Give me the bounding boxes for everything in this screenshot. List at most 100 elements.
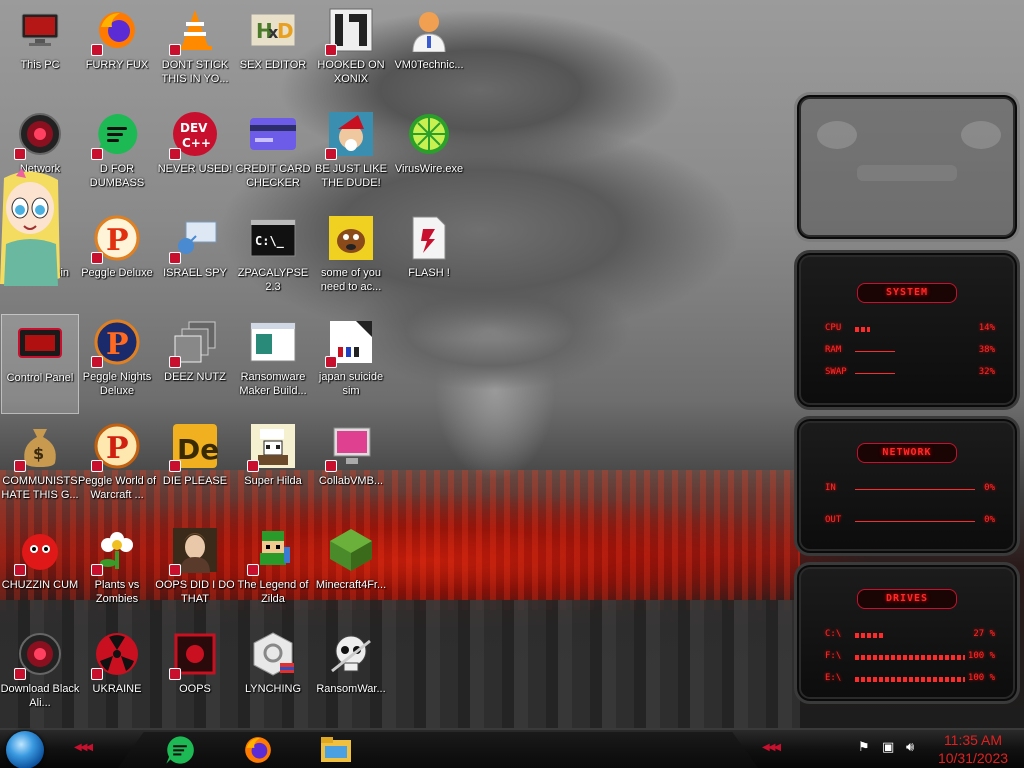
icon-label: Plants vs Zombies [94, 579, 140, 605]
svg-text:C++: C++ [182, 136, 211, 150]
desktop-icon-vm0technician[interactable]: VM0Technic... [390, 2, 468, 102]
desktop-icon-ransomware-maker[interactable]: Ransomware Maker Build... [234, 314, 312, 414]
system-row-swap: SWAP 32% [815, 367, 1003, 381]
system-row-value: 38% [978, 345, 995, 355]
pixel-hero-icon [247, 526, 297, 576]
monitor-icon [325, 422, 375, 472]
drive-label: C:\ [825, 629, 842, 639]
vlc-cone-icon [169, 6, 219, 56]
desktop-icon-peggle-deluxe[interactable]: P Peggle Deluxe [78, 210, 156, 310]
desktop-icon-die-please[interactable]: De DIE PLEASE [156, 418, 234, 518]
desktop-icon-israel-spy[interactable]: ISRAEL SPY [156, 210, 234, 310]
terminal-icon: C:\_ [249, 214, 297, 262]
xonix-game-icon [325, 6, 375, 56]
desktop-icon-deez-nutz[interactable]: DEEZ NUTZ [156, 314, 234, 414]
desktop-icon-japan-suicide-sim[interactable]: japan suicide sim [312, 314, 390, 414]
green-chat-icon [91, 110, 141, 160]
control-panel-icon [16, 319, 64, 367]
flag-icon[interactable]: ⚑ [858, 740, 870, 755]
desktop-icon-chuzzin-cum[interactable]: CHUZZIN CUM [1, 522, 79, 622]
desktop-icon-be-just-like-the-dude[interactable]: BE JUST LIKE THE DUDE! [312, 106, 390, 206]
desktop-icon-viruswire[interactable]: VirusWire.exe [390, 106, 468, 206]
system-row-label: SWAP [825, 367, 847, 377]
desktop-icon-oops-did-i-do-that[interactable]: OOPS DID I DO THAT [155, 522, 235, 622]
icon-label: Super Hilda [244, 475, 302, 487]
desktop-icon-sex-editor[interactable]: HxD SEX EDITOR [234, 2, 312, 102]
spy-network-icon [169, 214, 219, 264]
desktop-icon-lynching[interactable]: LYNCHING [234, 626, 312, 726]
pixel-character-icon [247, 422, 297, 472]
network-orb-icon [14, 110, 64, 160]
icon-label: BE JUST LIKE THE DUDE! [315, 163, 387, 189]
desktop-icon-ukraine[interactable]: UKRAINE [78, 626, 156, 726]
icon-label: UKRAINE [92, 683, 142, 695]
icon-label: Peggle Deluxe [81, 267, 153, 279]
icon-label: japan suicide sim [318, 371, 384, 397]
desktop-icon-some-of-you[interactable]: some of you need to ac... [312, 210, 390, 310]
desktop-icon-ransomware[interactable]: RansomWar... [312, 626, 390, 726]
taskbar-app-firefox[interactable] [240, 734, 276, 766]
icon-label: COMMUNISTS HATE THIS G... [1, 475, 79, 501]
desktop-icon-communists[interactable]: $ COMMUNISTS HATE THIS G... [1, 418, 79, 518]
desktop-icon-minecraft[interactable]: Minecraft4Fr... [312, 522, 390, 622]
network-in-graph [855, 489, 975, 490]
desktop-icon-flash[interactable]: FLASH ! [390, 210, 468, 310]
desktop-icon-collabvm[interactable]: CollabVMB... [312, 418, 390, 518]
desktop-icon-dont-stick[interactable]: DONT STICK THIS IN YO... [156, 2, 234, 102]
radiation-icon [91, 630, 141, 680]
firefox-icon [245, 737, 271, 763]
sim-document-icon [325, 318, 375, 368]
drive-value: 27 % [973, 629, 995, 639]
volume-icon[interactable]: 🔊︎ [906, 740, 914, 755]
svg-text:DEV: DEV [180, 121, 208, 135]
desktop-icon-oops[interactable]: OOPS [156, 626, 234, 726]
desktop-icon-legend-of-zilda[interactable]: The Legend of Zilda [234, 522, 312, 622]
gadget-network-monitor[interactable]: NETWORK IN 0% OUT 0% [794, 416, 1020, 556]
drive-e-usage-bar [855, 677, 965, 682]
minecraft-tree-icon [327, 526, 375, 574]
system-row-value: 14% [978, 323, 995, 333]
desktop-icon-credit-card-checker[interactable]: CREDIT CARD CHECKER [234, 106, 312, 206]
desktop-icon-this-pc[interactable]: This PC [1, 2, 79, 102]
dev-cpp-icon: DEV C++ [169, 110, 219, 160]
gadget-system-monitor[interactable]: SYSTEM CPU 14% RAM 38% SWAP 32% [794, 250, 1020, 410]
drives-row-f: F:\ 100 % [815, 651, 1003, 665]
start-button[interactable] [6, 731, 44, 768]
taskbar-app-file-explorer[interactable] [318, 734, 354, 766]
desktop-icon-furry-fux[interactable]: FURRY FUX [78, 2, 156, 102]
desktop-icon-never-used[interactable]: DEV C++ NEVER USED! [156, 106, 234, 206]
system-row-ram: RAM 38% [815, 345, 1003, 359]
gadget-drives-monitor[interactable]: DRIVES C:\ 27 % F:\ 100 % E:\ 100 % [794, 562, 1020, 704]
de-app-icon: De [169, 422, 219, 472]
desktop-character-widget[interactable] [0, 168, 62, 286]
icon-label: Control Panel [6, 372, 74, 384]
network-row-value: 0% [984, 483, 995, 493]
desktop-icon-download-black-alien[interactable]: Download Black Ali... [1, 626, 79, 726]
network-icon[interactable]: ▣ [882, 740, 894, 755]
flash-document-icon [405, 214, 453, 262]
gadget-empty-frame [794, 92, 1020, 242]
icon-label: CollabVMB... [318, 475, 384, 487]
money-bag-icon: $ [14, 422, 64, 472]
icon-label: HOOKED ON XONIX [317, 59, 385, 85]
desktop-icon-zpacalypse[interactable]: C:\_ ZPACALYPSE 2.3 [234, 210, 312, 310]
desktop-icon-control-panel[interactable]: Control Panel [1, 314, 79, 414]
icon-label: OOPS [179, 683, 211, 695]
desktop-icon-peggle-nights[interactable]: P Peggle Nights Deluxe [78, 314, 156, 414]
icon-label: VM0Technic... [394, 59, 464, 71]
taskbar-clock[interactable]: 11:35 AM 10/31/2023 [926, 731, 1020, 767]
desktop-icon-d-for-dumbass[interactable]: D FOR DUMBASS [78, 106, 156, 206]
credit-card-icon [249, 110, 297, 158]
desktop-icon-plants-vs-zombies[interactable]: Plants vs Zombies [78, 522, 156, 622]
icon-label: DONT STICK THIS IN YO... [161, 59, 229, 85]
desktop-icon-hooked-on-xonix[interactable]: HOOKED ON XONIX [312, 2, 390, 102]
icon-label: ISRAEL SPY [163, 267, 227, 279]
icon-label: Download Black Ali... [0, 683, 80, 709]
desktop-icon-peggle-wow[interactable]: P Peggle World of Warcraft ... [78, 418, 156, 518]
icon-label: D FOR DUMBASS [89, 163, 145, 189]
desktop-icon-super-hilda[interactable]: Super Hilda [234, 418, 312, 518]
taskbar-app-chat[interactable] [162, 734, 198, 766]
clock-time: 11:35 AM [943, 732, 1003, 748]
drives-row-e: E:\ 100 % [815, 673, 1003, 687]
svg-text:De: De [177, 433, 218, 466]
